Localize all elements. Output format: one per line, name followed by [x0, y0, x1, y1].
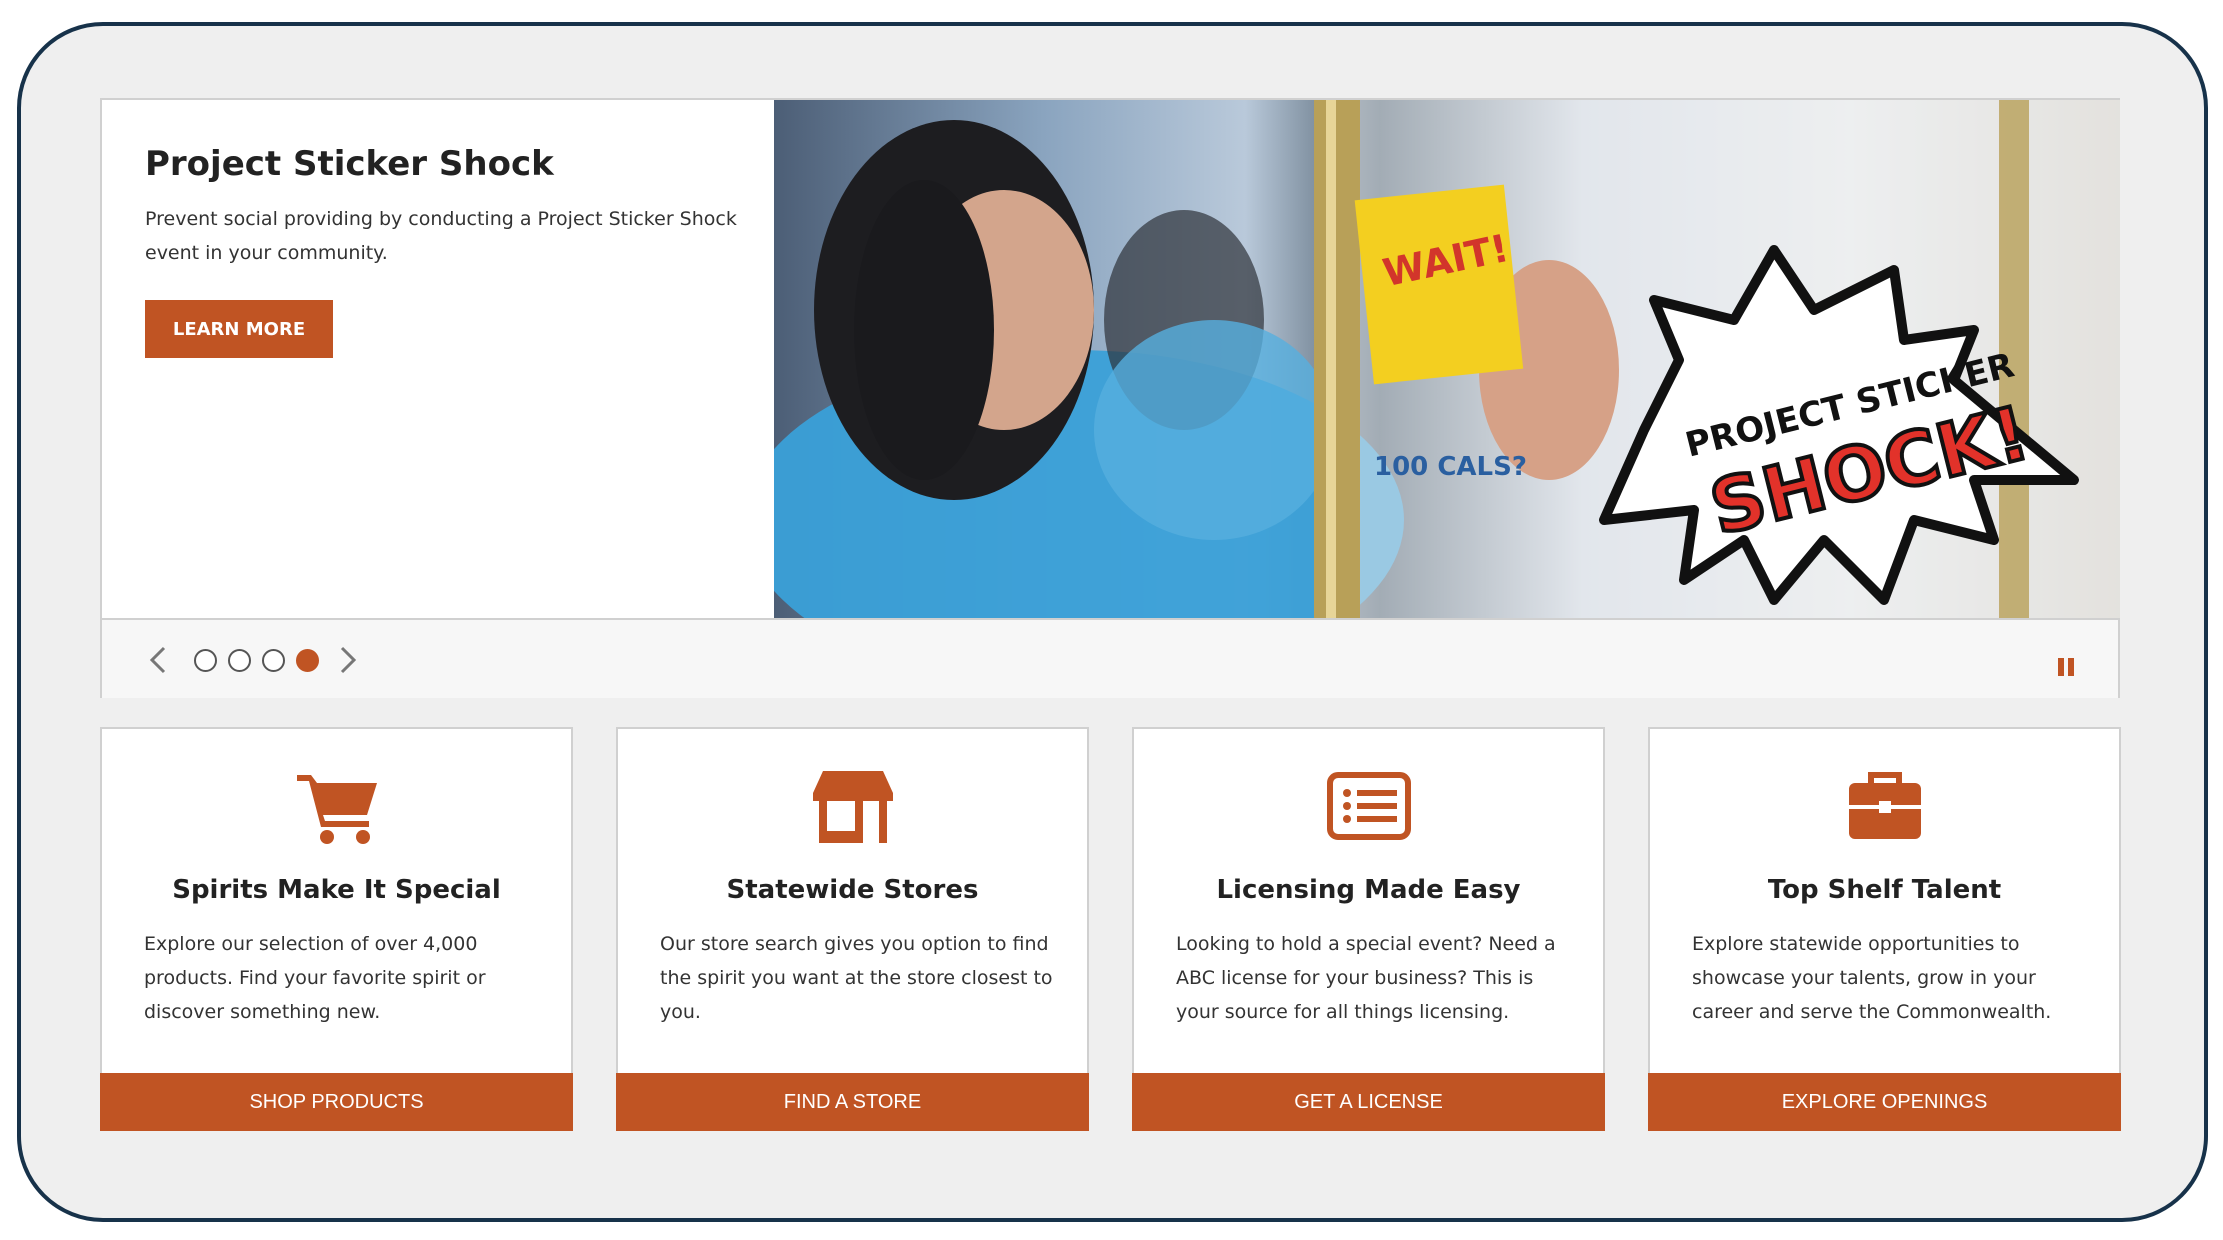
card-title: Spirits Make It Special [172, 875, 501, 905]
pause-icon[interactable] [2058, 658, 2076, 678]
card-title: Top Shelf Talent [1767, 875, 2002, 905]
wait-sticker: WAIT! [1354, 184, 1524, 385]
list-icon [1326, 769, 1411, 845]
hero-carousel: Project Sticker Shock Prevent social pro… [100, 98, 2120, 698]
card-description: Looking to hold a special event? Need a … [1176, 933, 1556, 1023]
card-description: Explore our selection of over 4,000 prod… [144, 933, 486, 1023]
explore-openings-button[interactable]: EXPLORE OPENINGS [1648, 1073, 2121, 1131]
carousel-dot-4[interactable] [296, 649, 319, 672]
card-shop-products: Spirits Make It Special Explore our sele… [100, 727, 573, 1131]
briefcase-icon [1843, 769, 1927, 845]
slide-description: Prevent social providing by conducting a… [145, 208, 737, 264]
store-icon [811, 769, 895, 845]
carousel-controls [102, 618, 2118, 698]
learn-more-button[interactable]: LEARN MORE [145, 300, 333, 358]
shopping-cart-icon [295, 769, 379, 845]
card-description: Our store search gives you option to fin… [660, 933, 1053, 1023]
card-title: Statewide Stores [726, 875, 979, 905]
cals-text: 100 CALS? [1374, 452, 1527, 482]
chevron-right-icon[interactable] [334, 644, 362, 676]
slide-image[interactable]: WAIT! 100 CALS? PROJECT STICKER SHOCK! [774, 100, 2120, 618]
chevron-left-icon[interactable] [144, 644, 172, 676]
shop-products-button[interactable]: SHOP PRODUCTS [100, 1073, 573, 1131]
carousel-dot-1[interactable] [194, 649, 217, 672]
get-license-button[interactable]: GET A LICENSE [1132, 1073, 1605, 1131]
card-find-store: Statewide Stores Our store search gives … [616, 727, 1089, 1131]
carousel-dot-3[interactable] [262, 649, 285, 672]
card-explore-openings: Top Shelf Talent Explore statewide oppor… [1648, 727, 2121, 1131]
slide-title: Project Sticker Shock [145, 144, 554, 184]
card-description: Explore statewide opportunities to showc… [1692, 933, 2052, 1023]
slide-text: Project Sticker Shock Prevent social pro… [145, 144, 745, 270]
card-get-license: Licensing Made Easy Looking to hold a sp… [1132, 727, 1605, 1131]
carousel-dot-2[interactable] [228, 649, 251, 672]
find-store-button[interactable]: FIND A STORE [616, 1073, 1089, 1131]
card-title: Licensing Made Easy [1216, 875, 1521, 905]
